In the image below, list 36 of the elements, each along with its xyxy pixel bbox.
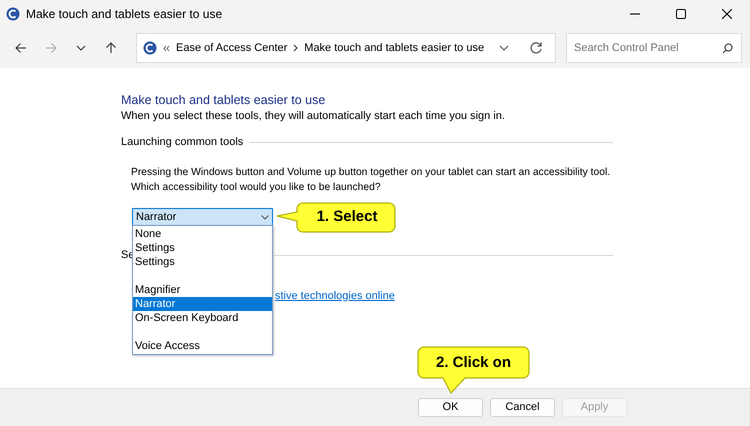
chevron-icon: [293, 44, 298, 52]
callout: 2. Click on: [417, 346, 530, 394]
refresh-icon[interactable]: [529, 41, 543, 55]
chevron-icon: [163, 44, 170, 52]
window-title: Make touch and tablets easier to use: [26, 6, 224, 23]
link[interactable]: stive technologies online: [275, 289, 395, 304]
dropdown-option[interactable]: Settings: [133, 241, 272, 255]
caret-icon: [261, 214, 269, 220]
search-field[interactable]: Search Control Panel: [566, 33, 742, 63]
section-description: Pressing the Windows button and Volume up button together on your tablet can start an accessibility tool. Which accessibility tool would you like to be launched?: [131, 166, 612, 195]
dropdown-option[interactable]: Magnifier: [133, 283, 272, 297]
app-icon: [6, 7, 20, 21]
page-heading: Make touch and tablets easier to use: [121, 93, 326, 109]
dialog-button[interactable]: OK: [418, 398, 483, 417]
forward-arrow-icon: [45, 42, 57, 54]
dropdown-option[interactable]: On-Screen Keyboard: [133, 311, 272, 325]
maximize-icon: [676, 9, 686, 19]
dialog-button[interactable]: Cancel: [490, 398, 555, 417]
page-subtitle: When you select these tools, they will automatically start each time you sign in.: [121, 109, 506, 124]
address-bar[interactable]: Ease of Access Center Make touch and tablets easier to use: [136, 33, 556, 63]
dropdown-option[interactable]: None: [133, 227, 272, 241]
up-arrow-icon: [105, 42, 117, 54]
tool-dropdown[interactable]: Narrator: [132, 208, 273, 226]
control-panel-icon: [143, 41, 157, 55]
section-title: Launching common tools: [121, 135, 244, 150]
callout: 1. Select: [275, 201, 397, 234]
dropdown-option[interactable]: Settings: [133, 255, 272, 269]
search-icon: [722, 43, 733, 54]
dropdown-option[interactable]: Narrator: [133, 297, 272, 311]
breadcrumb[interactable]: Ease of Access Center: [176, 40, 288, 56]
dropdown-option[interactable]: Voice Access: [133, 339, 272, 353]
breadcrumb[interactable]: Make touch and tablets easier to use: [304, 40, 484, 56]
dropdown-icon[interactable]: [499, 45, 509, 51]
back-arrow-icon: [15, 42, 27, 54]
chevron-down-icon: [76, 45, 86, 51]
close-icon: [722, 9, 732, 19]
